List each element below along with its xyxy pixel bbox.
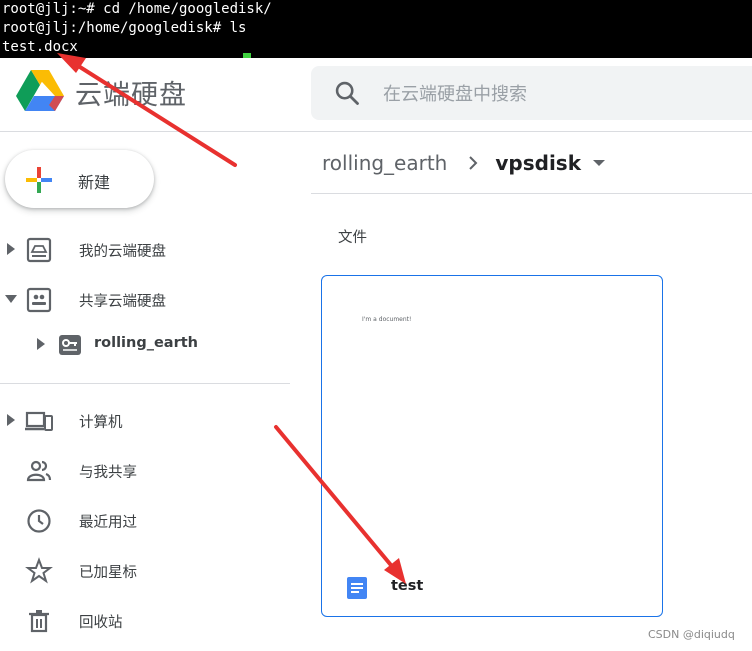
trash-icon [29, 610, 49, 633]
watermark: CSDN @diqiudq [648, 628, 735, 641]
star-icon [25, 557, 53, 584]
people-icon [26, 460, 52, 482]
sidebar-divider [0, 383, 290, 384]
sidebar-item-label: 最近用过 [79, 515, 137, 531]
breadcrumb: rolling_earth vpsdisk [322, 151, 606, 175]
shared-drive-icon [26, 287, 52, 313]
sidebar-item-rolling-earth[interactable]: rolling_earth [0, 326, 290, 362]
sidebar-item-shared-drives[interactable]: 共享云端硬盘 [0, 281, 290, 317]
terminal-line: root@jlj:~# cd /home/googledisk/ [2, 1, 272, 17]
sidebar-item-label: 我的云端硬盘 [79, 244, 166, 260]
sidebar-item-starred[interactable]: 已加星标 [0, 552, 290, 588]
caret-right-icon[interactable] [35, 336, 47, 352]
caret-right-icon[interactable] [5, 412, 17, 428]
main-divider [311, 193, 752, 194]
clock-icon [27, 509, 51, 533]
breadcrumb-current[interactable]: vpsdisk [495, 151, 581, 175]
header-divider [0, 131, 752, 132]
file-preview-text: I'm a document! [362, 316, 412, 323]
search-bar[interactable] [311, 66, 752, 120]
drive-logo-icon[interactable] [16, 70, 64, 112]
plus-icon [26, 167, 52, 193]
breadcrumb-parent[interactable]: rolling_earth [322, 151, 447, 175]
file-name: test [391, 578, 424, 594]
sidebar-item-my-drive[interactable]: 我的云端硬盘 [0, 231, 290, 267]
caret-down-icon[interactable] [5, 291, 17, 307]
new-button-label: 新建 [78, 173, 111, 192]
terminal-window: root@jlj:~# cd /home/googledisk/ root@jl… [0, 0, 752, 58]
dropdown-arrow-icon[interactable] [593, 159, 606, 167]
my-drive-icon [26, 237, 52, 263]
google-docs-icon [347, 577, 367, 599]
section-label-files: 文件 [338, 230, 367, 246]
terminal-line: test.docx [2, 39, 78, 55]
terminal-cursor [243, 53, 251, 58]
file-card[interactable]: I'm a document! test [321, 275, 663, 617]
sidebar-item-label: 与我共享 [79, 465, 137, 481]
sidebar-item-label: 已加星标 [79, 565, 137, 581]
sidebar-item-recent[interactable]: 最近用过 [0, 502, 290, 538]
sidebar-item-trash[interactable]: 回收站 [0, 602, 290, 638]
shared-drive-key-icon [59, 335, 81, 355]
sidebar-item-shared-with-me[interactable]: 与我共享 [0, 452, 290, 488]
new-button[interactable]: 新建 [5, 150, 154, 208]
chevron-right-icon [469, 156, 478, 170]
sidebar-item-computers[interactable]: 计算机 [0, 402, 290, 438]
sidebar-item-label: rolling_earth [94, 335, 198, 351]
caret-right-icon[interactable] [5, 241, 17, 257]
sidebar-item-label: 回收站 [79, 615, 123, 631]
search-icon[interactable] [333, 79, 361, 107]
sidebar-item-label: 计算机 [79, 415, 123, 431]
search-input[interactable] [381, 78, 745, 110]
computer-icon [25, 411, 53, 431]
terminal-line: root@jlj:/home/googledisk# ls [2, 20, 247, 36]
brand-title: 云端硬盘 [75, 80, 187, 111]
sidebar-item-label: 共享云端硬盘 [79, 294, 166, 310]
